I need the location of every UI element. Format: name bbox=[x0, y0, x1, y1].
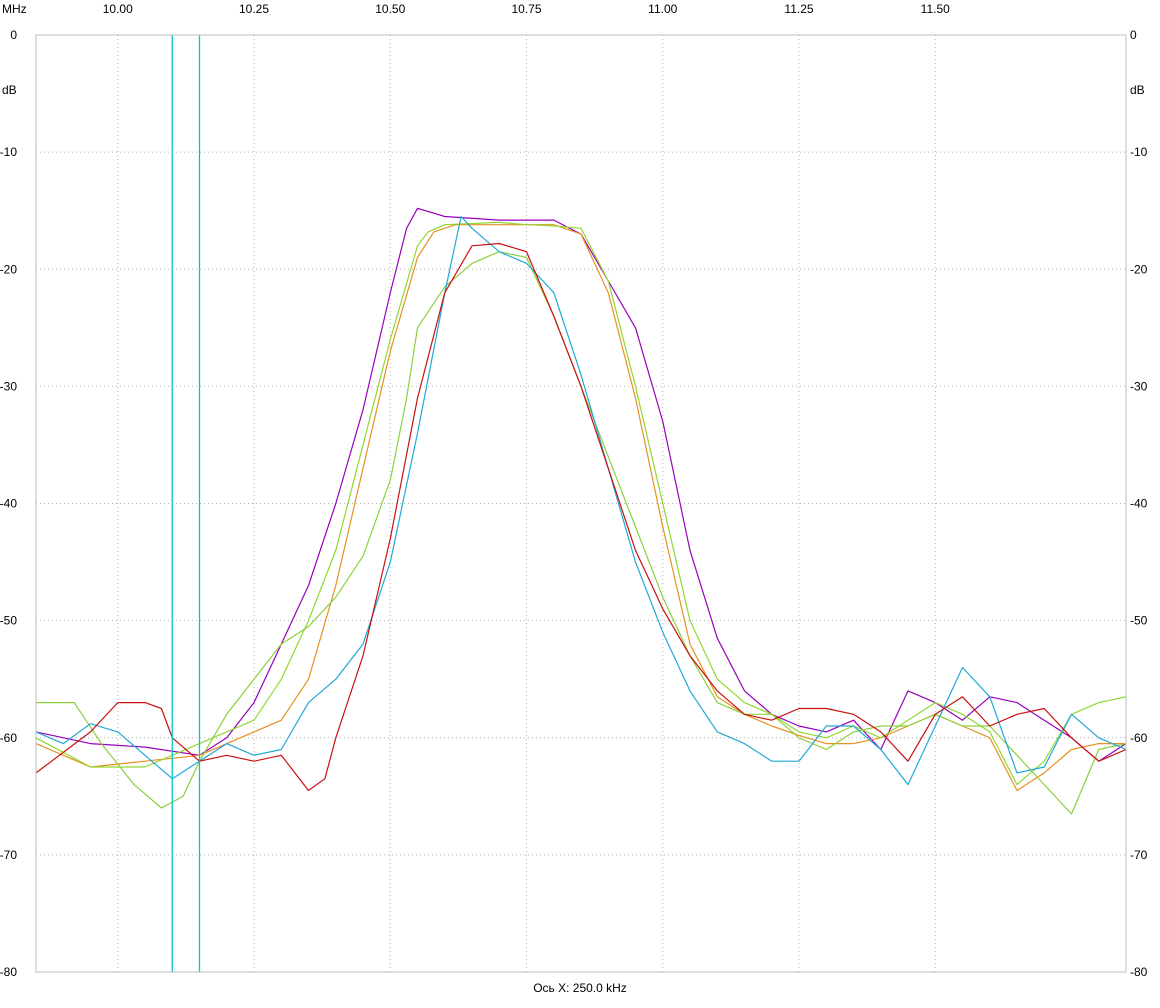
y-tick-label-left: -50 bbox=[0, 614, 17, 628]
y-tick-label-left: -40 bbox=[0, 497, 17, 511]
y-unit-label-left: dB bbox=[2, 83, 17, 97]
x-tick-label: 10.00 bbox=[103, 2, 133, 16]
x-tick-label: 11.00 bbox=[648, 2, 677, 16]
x-tick-label: 11.50 bbox=[921, 2, 950, 16]
y-tick-label-right: -30 bbox=[1130, 379, 1148, 393]
y-tick-label-right: -20 bbox=[1130, 262, 1148, 276]
x-tick-label: 11.25 bbox=[784, 2, 813, 16]
x-tick-label: 10.25 bbox=[239, 2, 269, 16]
y-tick-label-right: -40 bbox=[1130, 497, 1148, 511]
y-tick-label-left: -30 bbox=[0, 379, 17, 393]
y-tick-label-left: -60 bbox=[0, 731, 17, 745]
y-tick-label-right: -80 bbox=[1130, 965, 1148, 979]
y-tick-label-left: -20 bbox=[0, 262, 17, 276]
x-tick-label: 10.50 bbox=[375, 2, 405, 16]
x-axis-footer-label: Ось X: 250.0 kHz bbox=[533, 981, 627, 995]
y-tick-label-right: -70 bbox=[1130, 848, 1148, 862]
y-tick-label-left: 0 bbox=[10, 28, 17, 42]
y-tick-label-left: -70 bbox=[0, 848, 17, 862]
frequency-response-chart: MHz dB dB 10.00 10.25 10.50 10.75 11.00 11.25… bbox=[0, 2, 1148, 979]
y-tick-label-right: 0 bbox=[1130, 28, 1137, 42]
y-tick-label-right: -10 bbox=[1130, 145, 1148, 159]
y-tick-label-left: -10 bbox=[0, 145, 17, 159]
x-tick-label: 10.75 bbox=[511, 2, 541, 16]
y-unit-label-right: dB bbox=[1130, 83, 1145, 97]
x-unit-label: MHz bbox=[2, 2, 27, 16]
y-tick-label-right: -50 bbox=[1130, 614, 1148, 628]
y-tick-label-right: -60 bbox=[1130, 731, 1148, 745]
y-tick-label-left: -80 bbox=[0, 965, 17, 979]
